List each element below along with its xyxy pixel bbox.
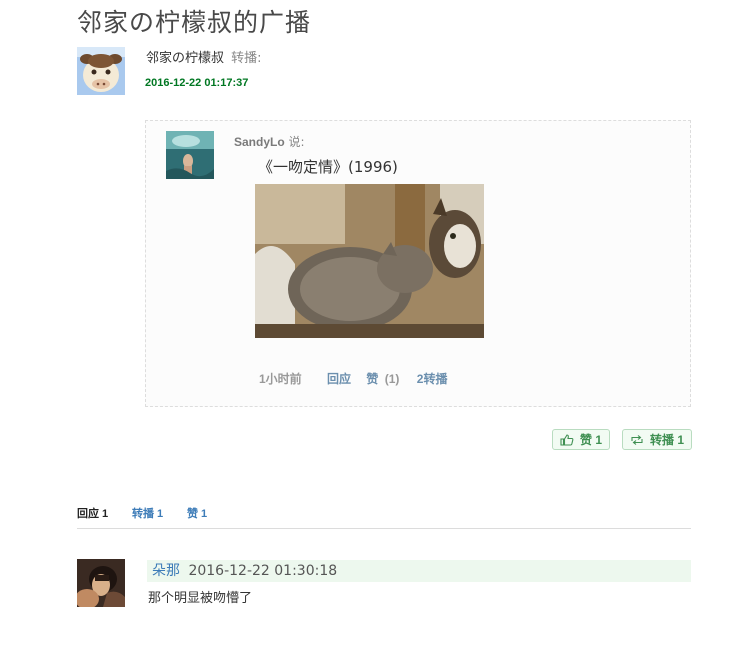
status-like-count: (1) <box>384 372 400 386</box>
reshared-status: SandyLo 说: 《一吻定情》(1996) 1小时前 回应 赞 (1) 2转… <box>145 120 691 407</box>
status-photo[interactable] <box>255 184 484 338</box>
thumbs-up-icon <box>560 433 574 446</box>
status-actions: 1小时前 回应 赞 (1) 2转播 <box>259 370 447 387</box>
tab-reshares[interactable]: 转播 1 <box>132 505 163 521</box>
reshare-button[interactable]: 转播 1 <box>622 429 693 450</box>
post-author-name[interactable]: 邻家の柠檬叔 <box>146 51 224 66</box>
original-author-says: 说: <box>288 135 305 149</box>
comment-header: 朵那 2016-12-22 01:30:18 <box>147 560 691 582</box>
reshare-icon <box>630 434 644 446</box>
status-like-link[interactable]: 赞 <box>366 370 378 387</box>
like-button[interactable]: 赞 1 <box>552 429 611 450</box>
page-title: 邻家の柠檬叔的广播 <box>77 8 312 37</box>
original-author-line: SandyLo 说: <box>234 133 305 150</box>
post-author-line: 邻家の柠檬叔 转播: <box>146 47 262 66</box>
activity-tabs: 回应 1 转播 1 赞 1 <box>77 505 691 529</box>
comment-text: 那个明显被吻懵了 <box>148 591 253 606</box>
post-action: 转播: <box>231 51 262 66</box>
author-avatar[interactable] <box>77 47 125 95</box>
post-timestamp[interactable]: 2016-12-22 01:17:37 <box>145 77 248 89</box>
reshare-button-label: 转播 1 <box>650 433 685 447</box>
status-reshare-link[interactable]: 2转播 <box>417 370 448 387</box>
status-time-ago[interactable]: 1小时前 <box>259 370 302 387</box>
status-text: 《一吻定情》(1996) <box>258 158 398 176</box>
tab-likes[interactable]: 赞 1 <box>187 505 207 521</box>
status-reply-link[interactable]: 回应 <box>327 370 351 387</box>
original-author-avatar[interactable] <box>166 131 214 179</box>
comment-user[interactable]: 朵那 <box>152 563 180 579</box>
comment-time: 2016-12-22 01:30:18 <box>188 563 338 579</box>
like-button-label: 赞 1 <box>580 433 603 447</box>
tab-replies[interactable]: 回应 1 <box>77 505 108 521</box>
original-author-name[interactable]: SandyLo <box>234 135 285 149</box>
commenter-avatar[interactable] <box>77 559 125 607</box>
